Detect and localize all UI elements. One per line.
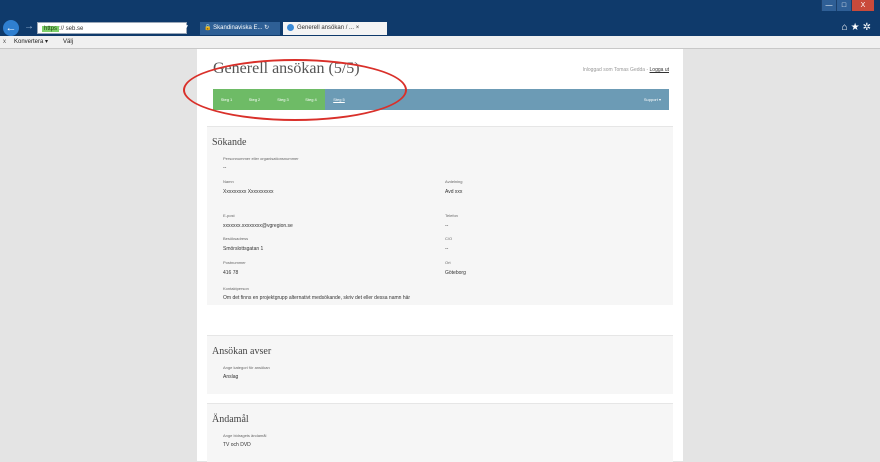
ie-icon [287, 23, 294, 31]
andamal-title: Ändamål [212, 414, 249, 425]
avdelning-value: Avd xxx [445, 189, 463, 195]
personnummer-value: -- [223, 165, 227, 171]
andamal-label: Ange bidragets ändamål [223, 433, 267, 438]
window-controls: — □ X [821, 0, 874, 11]
avdelning-label: Avdelning [445, 179, 463, 184]
sokande-section: Sökande Personnummer eller organisations… [207, 126, 673, 305]
tab-generell-ansokan[interactable]: Generell ansökan / ... × [283, 22, 387, 35]
epost-label: E-post [223, 213, 235, 218]
back-arrow-icon[interactable]: ← [3, 20, 19, 36]
co-value: -- [445, 246, 449, 252]
tab-label: Generell ansökan / ... × [297, 25, 360, 31]
telefon-label: Telefon [445, 213, 458, 218]
valj-button[interactable]: Välj [63, 36, 73, 48]
search-icon[interactable]: ⌕ ▾ [178, 22, 188, 32]
browser-titlebar: ← → https:// seb.se ⌕ ▾ 🔒 Skandinaviska … [0, 0, 880, 36]
close-window-button[interactable]: X [851, 0, 874, 11]
page-content: Generell ansökan (5/5) Inloggad som Toma… [197, 49, 683, 462]
telefon-value: -- [445, 223, 449, 229]
personnummer-label: Personnummer eller organisationsnummer [223, 156, 299, 161]
step-1[interactable]: Steg 1 [213, 89, 240, 110]
step-2[interactable]: Steg 2 [240, 89, 269, 110]
postnummer-value: 416 78 [223, 270, 239, 276]
namn-value: Xxxxxxxxx Xxxxxxxxxx [223, 189, 274, 195]
address-https: https [42, 26, 60, 32]
besoksadress-value: Smörslottsgatan 1 [223, 246, 264, 252]
epost-value: xxxxxxx.xxxxxxxx@vgregion.se [223, 223, 293, 229]
command-bar: x Konvertera ▾ Välj [0, 36, 880, 49]
home-favorites-tools-icons[interactable]: ⌂★✲ [842, 22, 874, 33]
close-icon[interactable]: x [3, 36, 6, 48]
co-label: C/O [445, 236, 453, 241]
ansokan-avser-title: Ansökan avser [212, 346, 272, 357]
kontaktperson-label: Kontaktperson [223, 286, 249, 291]
logout-link[interactable]: Logga ut [650, 67, 669, 73]
address-bar[interactable]: https:// seb.se [37, 22, 187, 34]
step-4[interactable]: Steg 4 [297, 89, 325, 110]
ort-value: Göteborg [445, 270, 466, 276]
kategori-label: Ange kategori för ansökan [223, 365, 270, 370]
besoksadress-label: Besöksadress [223, 236, 249, 241]
kategori-value: Anslag [223, 374, 239, 380]
konvertera-button[interactable]: Konvertera ▾ [14, 36, 48, 48]
page-title: Generell ansökan (5/5) [213, 60, 360, 77]
postnummer-label: Postnummer [223, 260, 246, 265]
namn-label: Namn [223, 179, 234, 184]
minimize-button[interactable]: — [821, 0, 836, 11]
tab-skandinaviska[interactable]: 🔒 Skandinaviska E... ↻ [200, 22, 280, 35]
support-menu[interactable]: Support ▾ [644, 89, 661, 110]
maximize-button[interactable]: □ [836, 0, 851, 11]
andamal-value: TV och DVD [223, 442, 251, 448]
sokande-title: Sökande [212, 137, 247, 148]
login-text: Inloggad som Tomas Gedda - [582, 67, 649, 73]
ansokan-avser-section: Ansökan avser Ange kategori för ansökan … [207, 335, 673, 394]
address-url: :// seb.se [59, 26, 84, 32]
login-info: Inloggad som Tomas Gedda - Logga ut [583, 67, 669, 73]
step-3[interactable]: Steg 3 [269, 89, 297, 110]
ort-label: Ort [445, 260, 451, 265]
step-5[interactable]: Steg 5 [325, 89, 353, 110]
kontaktperson-value: Om det finns en projektgrupp alternativt… [223, 295, 411, 301]
andamal-section: Ändamål Ange bidragets ändamål TV och DV… [207, 403, 673, 462]
step-navigation: Steg 1 Steg 2 Steg 3 Steg 4 Steg 5 Suppo… [213, 89, 669, 110]
forward-arrow-icon[interactable]: → [24, 21, 34, 32]
